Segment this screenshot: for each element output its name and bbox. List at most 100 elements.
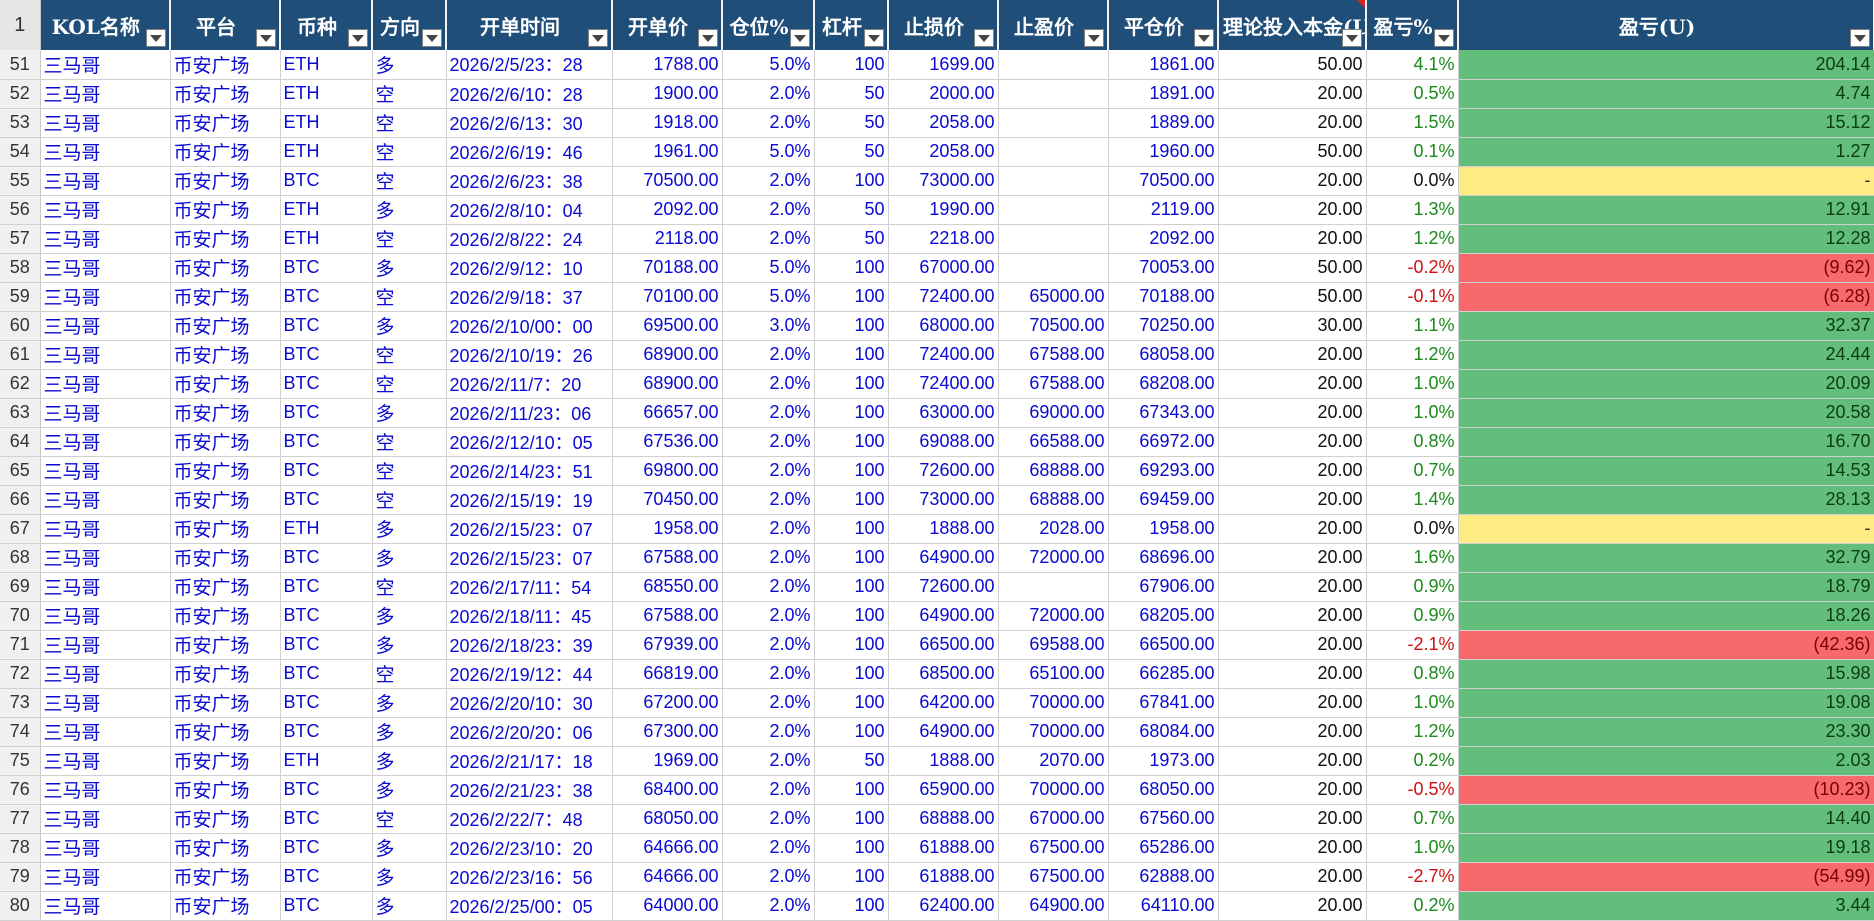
position-cell[interactable]: 2.0%	[722, 166, 815, 196]
direction-cell[interactable]: 空	[372, 572, 447, 602]
direction-cell[interactable]: 多	[372, 630, 447, 660]
take-profit-cell[interactable]	[998, 224, 1109, 254]
close-price-cell[interactable]: 66285.00	[1108, 659, 1219, 689]
row-number[interactable]: 68	[0, 543, 41, 573]
direction-cell[interactable]: 空	[372, 79, 447, 109]
leverage-cell[interactable]: 50	[814, 79, 889, 109]
take-profit-cell[interactable]	[998, 253, 1109, 283]
pnl-pct-cell[interactable]: 1.1%	[1366, 311, 1459, 341]
close-price-cell[interactable]: 70053.00	[1108, 253, 1219, 283]
pnl-pct-cell[interactable]: 1.2%	[1366, 717, 1459, 747]
capital-cell[interactable]: 20.00	[1218, 862, 1367, 892]
leverage-cell[interactable]: 100	[814, 50, 889, 80]
kol-name-cell[interactable]: 三马哥	[40, 659, 171, 689]
take-profit-cell[interactable]: 64900.00	[998, 891, 1109, 921]
capital-cell[interactable]: 50.00	[1218, 282, 1367, 312]
pnl-u-cell[interactable]: 20.09	[1458, 369, 1874, 399]
capital-cell[interactable]: 20.00	[1218, 456, 1367, 486]
stop-loss-cell[interactable]: 67000.00	[888, 253, 999, 283]
take-profit-cell[interactable]: 70000.00	[998, 717, 1109, 747]
direction-cell[interactable]: 多	[372, 514, 447, 544]
capital-cell[interactable]: 20.00	[1218, 108, 1367, 138]
take-profit-cell[interactable]: 65100.00	[998, 659, 1109, 689]
coin-cell[interactable]: BTC	[280, 282, 373, 312]
row-number[interactable]: 75	[0, 746, 41, 776]
pnl-pct-cell[interactable]: 1.6%	[1366, 543, 1459, 573]
open-time-cell[interactable]: 2026/2/21/17：18	[446, 746, 613, 776]
row-number[interactable]: 77	[0, 804, 41, 834]
position-cell[interactable]: 2.0%	[722, 572, 815, 602]
leverage-cell[interactable]: 50	[814, 195, 889, 225]
close-price-cell[interactable]: 70188.00	[1108, 282, 1219, 312]
take-profit-cell[interactable]	[998, 572, 1109, 602]
pnl-u-cell[interactable]: 20.58	[1458, 398, 1874, 428]
leverage-cell[interactable]: 100	[814, 717, 889, 747]
pnl-pct-cell[interactable]: 1.0%	[1366, 688, 1459, 718]
stop-loss-cell[interactable]: 66500.00	[888, 630, 999, 660]
coin-cell[interactable]: BTC	[280, 369, 373, 399]
capital-cell[interactable]: 50.00	[1218, 137, 1367, 167]
stop-loss-cell[interactable]: 73000.00	[888, 166, 999, 196]
coin-cell[interactable]: BTC	[280, 659, 373, 689]
stop-loss-cell[interactable]: 61888.00	[888, 833, 999, 863]
position-cell[interactable]: 2.0%	[722, 485, 815, 515]
open-price-cell[interactable]: 68550.00	[612, 572, 723, 602]
take-profit-cell[interactable]: 67500.00	[998, 833, 1109, 863]
col-header-open-time[interactable]: 开单时间	[446, 0, 613, 50]
filter-dropdown-icon[interactable]	[1850, 29, 1870, 47]
open-time-cell[interactable]: 2026/2/20/10：30	[446, 688, 613, 718]
row-number[interactable]: 67	[0, 514, 41, 544]
row-number[interactable]: 58	[0, 253, 41, 283]
filter-dropdown-icon[interactable]	[864, 29, 884, 47]
position-cell[interactable]: 5.0%	[722, 50, 815, 80]
pnl-pct-cell[interactable]: 1.0%	[1366, 369, 1459, 399]
capital-cell[interactable]: 20.00	[1218, 485, 1367, 515]
capital-cell[interactable]: 20.00	[1218, 224, 1367, 254]
leverage-cell[interactable]: 100	[814, 398, 889, 428]
capital-cell[interactable]: 20.00	[1218, 601, 1367, 631]
open-price-cell[interactable]: 1918.00	[612, 108, 723, 138]
filter-dropdown-icon[interactable]	[422, 29, 442, 47]
close-price-cell[interactable]: 66500.00	[1108, 630, 1219, 660]
coin-cell[interactable]: BTC	[280, 804, 373, 834]
row-number[interactable]: 79	[0, 862, 41, 892]
close-price-cell[interactable]: 68050.00	[1108, 775, 1219, 805]
stop-loss-cell[interactable]: 72400.00	[888, 340, 999, 370]
take-profit-cell[interactable]: 72000.00	[998, 543, 1109, 573]
kol-name-cell[interactable]: 三马哥	[40, 543, 171, 573]
open-price-cell[interactable]: 70100.00	[612, 282, 723, 312]
col-header-kol[interactable]: KOL名称	[40, 0, 171, 50]
close-price-cell[interactable]: 68058.00	[1108, 340, 1219, 370]
position-cell[interactable]: 2.0%	[722, 862, 815, 892]
col-header-position[interactable]: 仓位%	[722, 0, 815, 50]
stop-loss-cell[interactable]: 68000.00	[888, 311, 999, 341]
take-profit-cell[interactable]: 66588.00	[998, 427, 1109, 457]
direction-cell[interactable]: 空	[372, 659, 447, 689]
pnl-pct-cell[interactable]: 4.1%	[1366, 50, 1459, 80]
stop-loss-cell[interactable]: 72600.00	[888, 456, 999, 486]
open-price-cell[interactable]: 68900.00	[612, 369, 723, 399]
pnl-pct-cell[interactable]: -2.1%	[1366, 630, 1459, 660]
kol-name-cell[interactable]: 三马哥	[40, 108, 171, 138]
capital-cell[interactable]: 20.00	[1218, 427, 1367, 457]
row-number[interactable]: 54	[0, 137, 41, 167]
stop-loss-cell[interactable]: 68888.00	[888, 804, 999, 834]
platform-cell[interactable]: 币安广场	[170, 717, 281, 747]
open-time-cell[interactable]: 2026/2/20/20：06	[446, 717, 613, 747]
pnl-pct-cell[interactable]: 0.2%	[1366, 746, 1459, 776]
kol-name-cell[interactable]: 三马哥	[40, 224, 171, 254]
coin-cell[interactable]: BTC	[280, 891, 373, 921]
pnl-u-cell[interactable]: (42.36)	[1458, 630, 1874, 660]
take-profit-cell[interactable]: 2070.00	[998, 746, 1109, 776]
take-profit-cell[interactable]: 68888.00	[998, 456, 1109, 486]
coin-cell[interactable]: BTC	[280, 572, 373, 602]
platform-cell[interactable]: 币安广场	[170, 891, 281, 921]
open-time-cell[interactable]: 2026/2/6/10：28	[446, 79, 613, 109]
kol-name-cell[interactable]: 三马哥	[40, 630, 171, 660]
coin-cell[interactable]: BTC	[280, 833, 373, 863]
open-time-cell[interactable]: 2026/2/23/10：20	[446, 833, 613, 863]
leverage-cell[interactable]: 100	[814, 833, 889, 863]
platform-cell[interactable]: 币安广场	[170, 311, 281, 341]
close-price-cell[interactable]: 67841.00	[1108, 688, 1219, 718]
col-header-take-profit[interactable]: 止盈价	[998, 0, 1109, 50]
